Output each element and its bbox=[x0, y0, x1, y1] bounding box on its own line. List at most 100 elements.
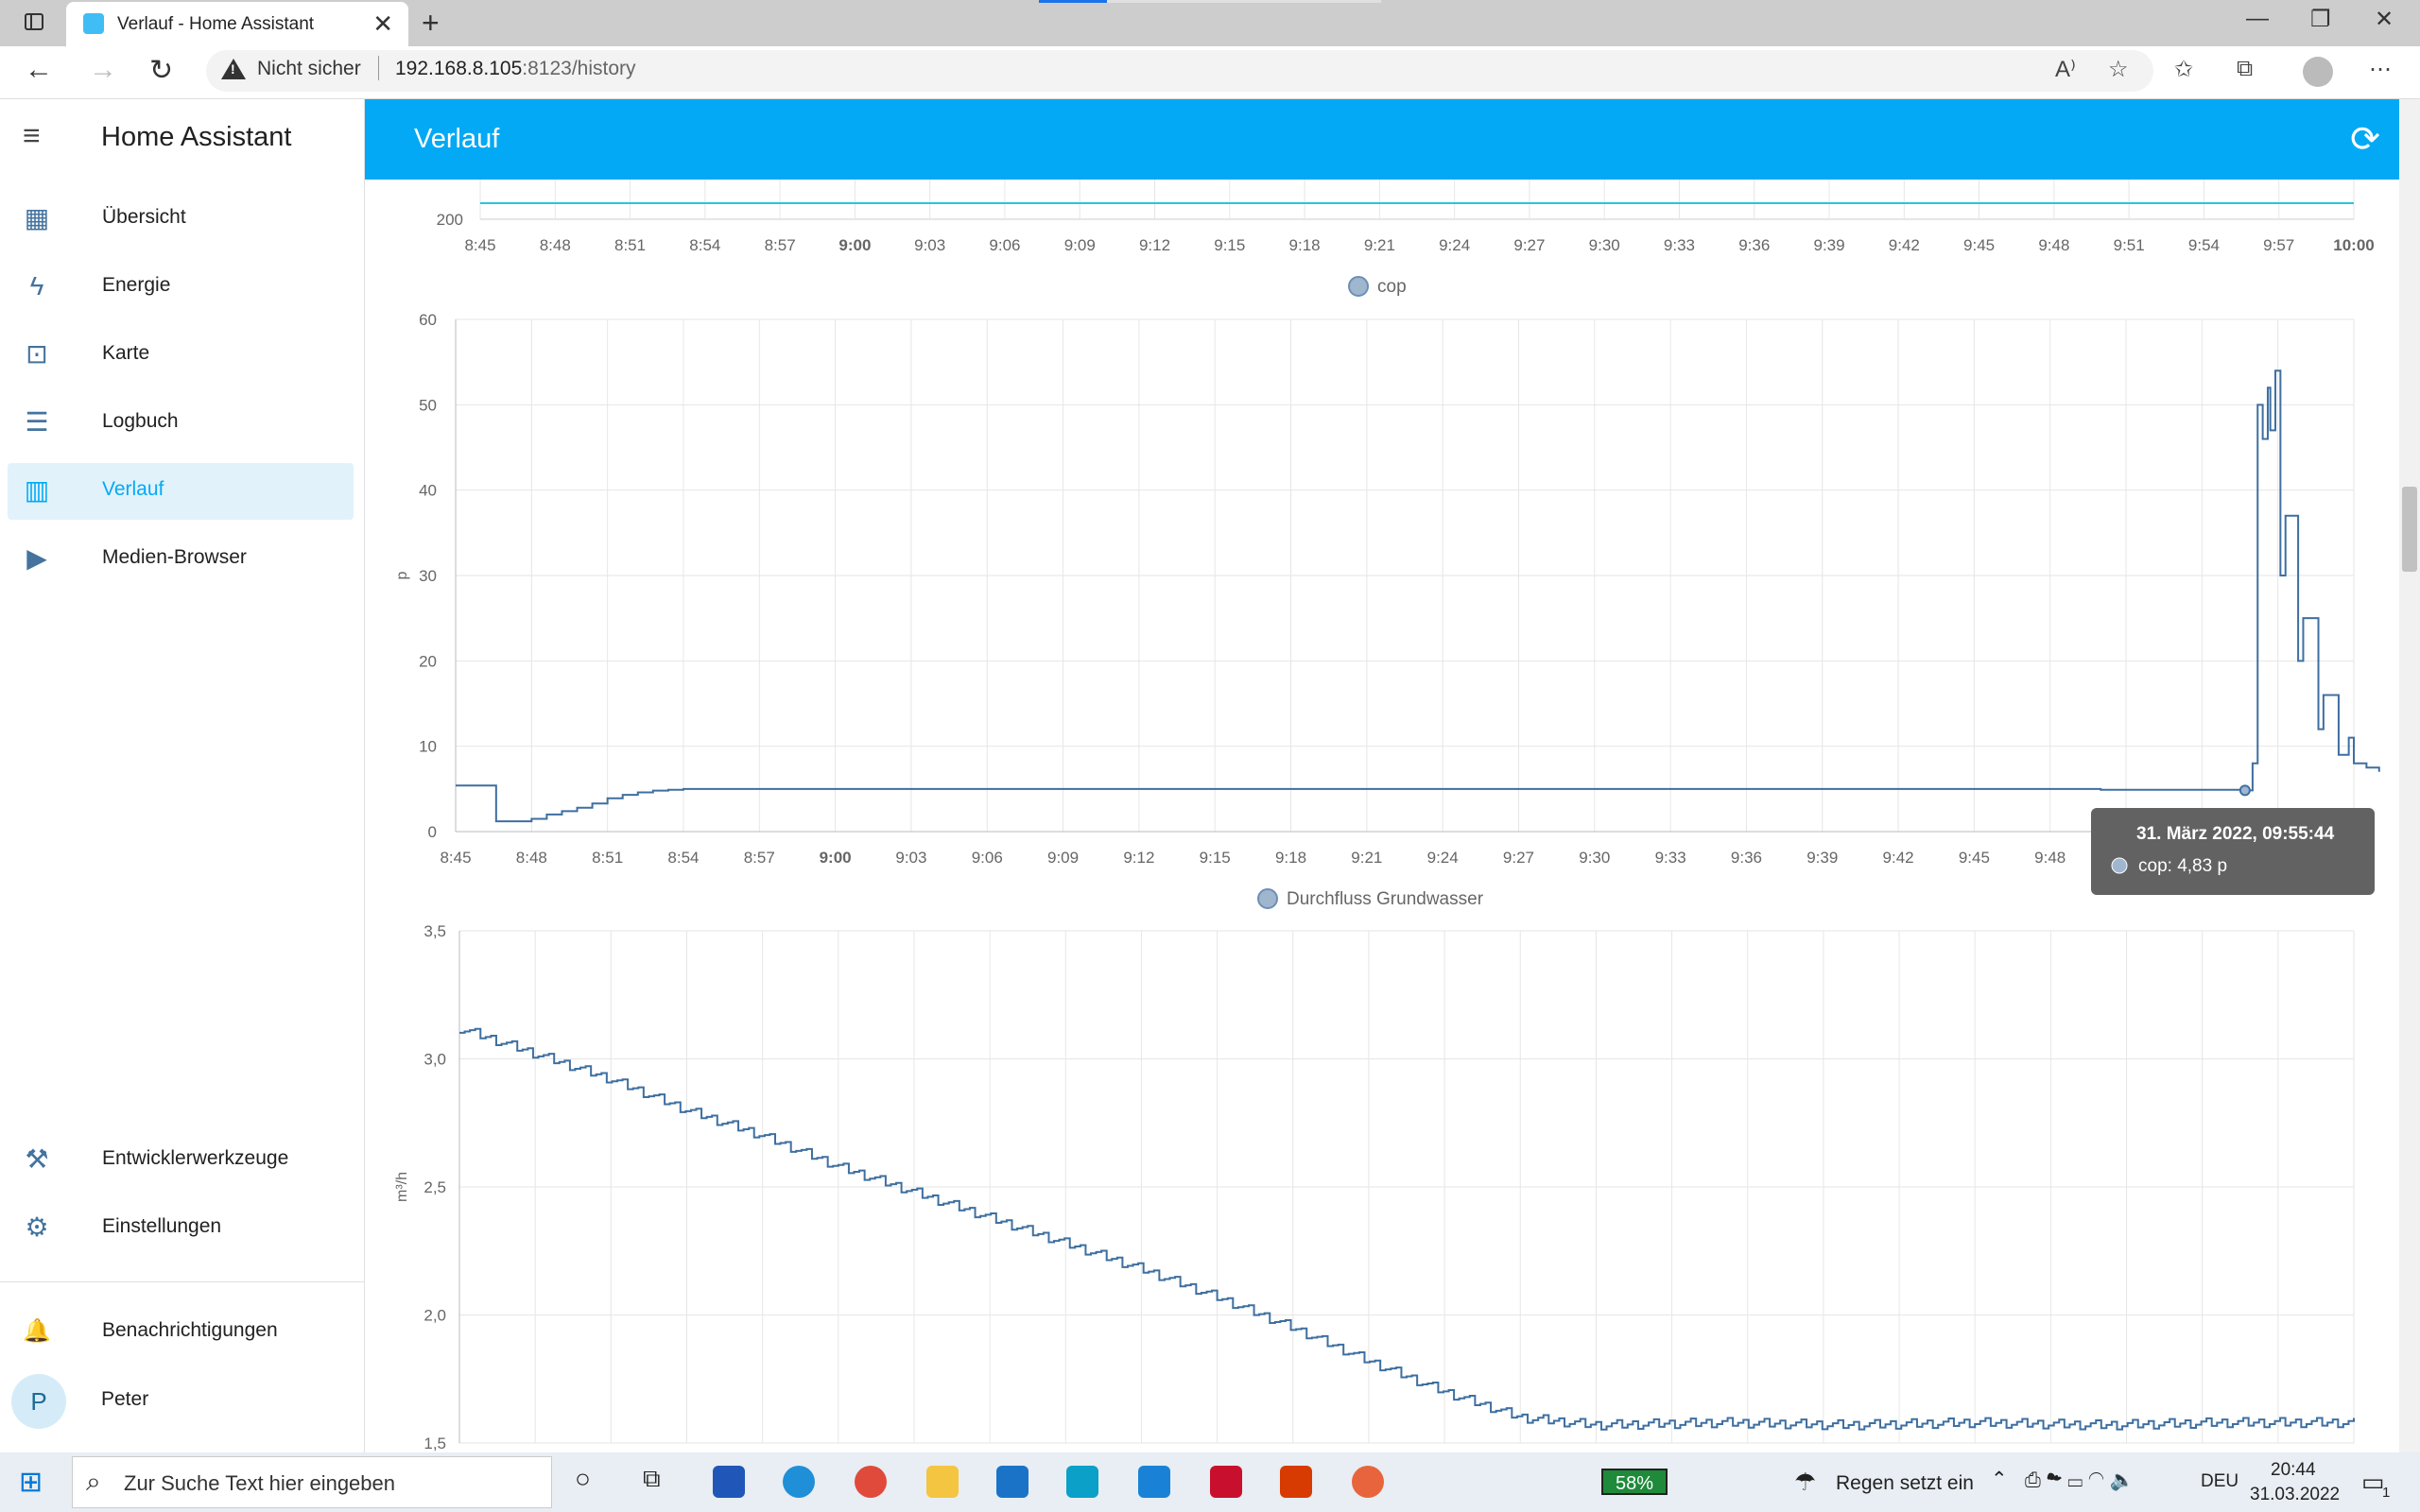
chart1-y-label: p bbox=[394, 571, 410, 579]
not-secure-label[interactable]: Nicht sicher bbox=[257, 58, 361, 80]
chart2-y-tick: 2,5 bbox=[424, 1178, 446, 1196]
sidebar-item-developer-tools[interactable]: ⚒ Entwicklerwerkzeuge bbox=[8, 1132, 354, 1189]
minimize-button[interactable]: — bbox=[2246, 6, 2269, 32]
sidebar-item-notifications[interactable]: 🔔 Benachrichtigungen bbox=[8, 1304, 354, 1361]
profile-avatar[interactable] bbox=[2303, 57, 2333, 87]
sidebar-item-settings[interactable]: ⚙ Einstellungen bbox=[8, 1200, 354, 1257]
chart1-x-tick: 9:27 bbox=[1503, 849, 1534, 867]
tray-chevron-icon[interactable]: ⌃ bbox=[1991, 1468, 2008, 1491]
chart1-x-tick: 8:48 bbox=[516, 849, 547, 867]
chart1-tooltip-swatch bbox=[2111, 857, 2128, 874]
chart2-series-durchfluss bbox=[459, 1027, 2355, 1431]
chart2-y-tick: 3,5 bbox=[424, 922, 446, 940]
user-name[interactable]: Peter bbox=[101, 1388, 148, 1411]
sidebar-item-overview[interactable]: ▦ Übersicht bbox=[8, 191, 354, 248]
chrome-icon[interactable] bbox=[855, 1466, 887, 1498]
chart0-x-tick: 9:03 bbox=[914, 236, 945, 254]
language-indicator[interactable]: DEU bbox=[2201, 1471, 2238, 1492]
chart0-x-tick: 8:48 bbox=[540, 236, 571, 254]
collections-icon[interactable]: ⧉ bbox=[2237, 56, 2253, 82]
chart1-x-tick: 9:36 bbox=[1731, 849, 1762, 867]
orange-app-icon[interactable] bbox=[1352, 1466, 1384, 1498]
office-icon[interactable] bbox=[1280, 1466, 1312, 1498]
chart2-legend-label: Durchfluss Grundwasser bbox=[1287, 889, 1484, 909]
chart1-x-tick: 9:06 bbox=[972, 849, 1003, 867]
windows-start-icon[interactable]: ⊞ bbox=[19, 1466, 43, 1499]
tab-actions-icon[interactable] bbox=[25, 13, 43, 30]
chart1-x-tick: 8:51 bbox=[592, 849, 623, 867]
notification-count: 1 bbox=[2382, 1485, 2391, 1501]
history-content[interactable]: 8:45 8:48 8:51 8:54 8:57 9:00 9:03 9:06 9:09 9:12… bbox=[365, 180, 2399, 1452]
sidebar-item-label: Karte bbox=[102, 342, 150, 364]
file-explorer-icon[interactable] bbox=[926, 1466, 959, 1498]
chart1-x-tick: 8:57 bbox=[744, 849, 775, 867]
notification-center-icon[interactable]: ▭ bbox=[2361, 1468, 2385, 1497]
mail-icon[interactable] bbox=[996, 1466, 1028, 1498]
chart1-y-tick: 50 bbox=[419, 396, 437, 414]
chart1-y-tick: 20 bbox=[419, 652, 437, 670]
sidebar-item-map[interactable]: ⊡ Karte bbox=[8, 327, 354, 384]
browser-tab-bar: Verlauf - Home Assistant ✕ + — ❐ ✕ bbox=[0, 0, 2420, 46]
task-view-icon[interactable]: ⧉ bbox=[643, 1464, 661, 1494]
store-icon[interactable] bbox=[713, 1466, 745, 1498]
chart1-x-tick: 9:21 bbox=[1351, 849, 1382, 867]
cortana-icon[interactable]: ○ bbox=[575, 1464, 591, 1494]
sidebar-item-media-browser[interactable]: ▶ Medien-Browser bbox=[8, 531, 354, 588]
clock-date[interactable]: 31.03.2022 bbox=[2250, 1485, 2340, 1505]
sidebar-item-logbook[interactable]: ☰ Logbuch bbox=[8, 395, 354, 452]
browser-tab[interactable]: Verlauf - Home Assistant ✕ bbox=[66, 2, 408, 46]
favorites-icon[interactable]: ✩ bbox=[2174, 56, 2193, 83]
chart0-x-tick: 9:36 bbox=[1738, 236, 1770, 254]
read-aloud-icon[interactable]: A⁾ bbox=[2055, 56, 2076, 83]
chart1-y-tick: 30 bbox=[419, 567, 437, 585]
l-app-icon[interactable] bbox=[1066, 1466, 1098, 1498]
chart1-x-tick: 9:45 bbox=[1959, 849, 1990, 867]
maximize-button[interactable]: ❐ bbox=[2310, 6, 2331, 33]
chart0-x-tick: 9:42 bbox=[1889, 236, 1920, 254]
url-text[interactable]: 192.168.8.105:8123/history bbox=[395, 58, 636, 80]
blue-app-icon[interactable] bbox=[1138, 1466, 1170, 1498]
more-menu-icon[interactable]: ⋯ bbox=[2369, 56, 2392, 83]
taskbar-search[interactable]: ⌕ Zur Suche Text hier eingeben bbox=[72, 1456, 552, 1508]
chart0-x-tick: 9:21 bbox=[1364, 236, 1395, 254]
page-scrollbar[interactable] bbox=[2399, 99, 2420, 1452]
tray-icons[interactable]: ⎙ ☁ ▭ ◠ 🔈 bbox=[2025, 1469, 2135, 1492]
page-title: Verlauf bbox=[414, 124, 500, 154]
clock-time[interactable]: 20:44 bbox=[2271, 1460, 2316, 1481]
new-tab-button[interactable]: + bbox=[422, 6, 440, 41]
forward-button[interactable]: → bbox=[89, 54, 117, 86]
reload-button[interactable]: ↻ bbox=[149, 54, 173, 87]
scrollbar-thumb[interactable] bbox=[2402, 487, 2417, 572]
chart1-x-tick: 9:33 bbox=[1655, 849, 1686, 867]
weather-umbrella-icon: ☂ bbox=[1794, 1468, 1817, 1496]
list-icon: ☰ bbox=[25, 407, 49, 437]
sidebar-divider bbox=[0, 1281, 364, 1282]
chart1-x-tick: 9:09 bbox=[1047, 849, 1079, 867]
chart0-x-tick: 10:00 bbox=[2333, 236, 2374, 254]
mcafee-icon[interactable] bbox=[1210, 1466, 1242, 1498]
chart2-legend-swatch bbox=[1257, 888, 1278, 909]
window-close-button[interactable]: ✕ bbox=[2375, 6, 2394, 33]
chart1-y-tick: 60 bbox=[419, 311, 437, 329]
refresh-icon[interactable]: ⟳ bbox=[2350, 118, 2380, 161]
chart1-tooltip-title: 31. März 2022, 09:55:44 bbox=[2136, 824, 2335, 844]
battery-indicator[interactable]: 58% bbox=[1601, 1469, 1668, 1495]
history-charts: 8:45 8:48 8:51 8:54 8:57 9:00 9:03 9:06 9:09 9:12… bbox=[394, 180, 2380, 1452]
chart1-tooltip bbox=[2091, 808, 2375, 895]
tab-strip-track bbox=[1107, 0, 1381, 3]
chart1-x-tick: 9:30 bbox=[1579, 849, 1610, 867]
sidebar-item-energy[interactable]: ϟ Energie bbox=[8, 259, 354, 316]
weather-text[interactable]: Regen setzt ein bbox=[1836, 1472, 1974, 1495]
close-tab-icon[interactable]: ✕ bbox=[372, 9, 393, 39]
map-account-icon: ⊡ bbox=[26, 339, 48, 369]
add-favorite-icon[interactable]: ☆ bbox=[2108, 56, 2129, 83]
edge-icon[interactable] bbox=[783, 1466, 815, 1498]
sidebar-item-history[interactable]: ▥ Verlauf bbox=[8, 463, 354, 520]
chart-box-icon: ▥ bbox=[24, 475, 50, 505]
user-avatar[interactable]: P bbox=[11, 1374, 66, 1429]
chart1-x-tick: 8:54 bbox=[667, 849, 699, 867]
back-button[interactable]: ← bbox=[25, 54, 53, 86]
sidebar-item-label: Entwicklerwerkzeuge bbox=[102, 1147, 289, 1169]
menu-icon[interactable]: ≡ bbox=[23, 118, 41, 153]
chart0-x-tick: 9:24 bbox=[1439, 236, 1470, 254]
